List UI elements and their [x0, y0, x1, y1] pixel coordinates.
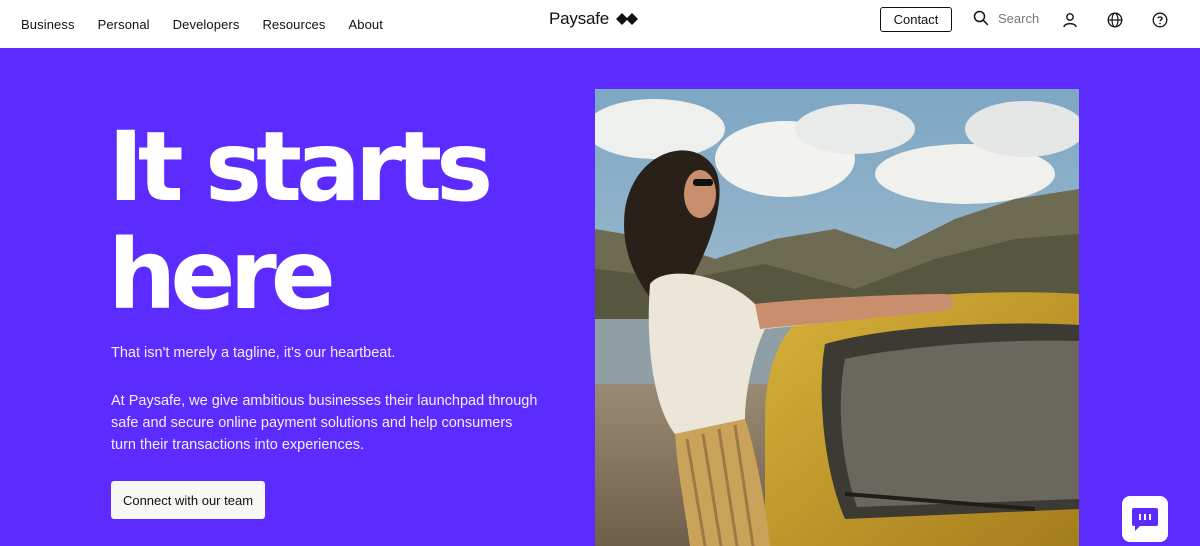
user-icon[interactable] — [1061, 11, 1079, 29]
nav-item-personal[interactable]: Personal — [98, 17, 150, 32]
hero-title-line-1: It starts — [108, 111, 493, 223]
main-nav: Business Personal Developers Resources A… — [21, 17, 406, 32]
hero-photo-illustration — [595, 89, 1079, 546]
help-icon[interactable] — [1151, 11, 1169, 29]
chat-icon — [1131, 506, 1159, 532]
search-icon — [973, 10, 989, 26]
site-header: Business Personal Developers Resources A… — [0, 0, 1200, 48]
chat-widget-button[interactable] — [1122, 496, 1168, 542]
nav-item-developers[interactable]: Developers — [173, 17, 240, 32]
hero-image — [595, 89, 1079, 546]
logo-mark-icon — [616, 12, 639, 26]
search-button[interactable]: Search — [973, 10, 1039, 26]
nav-item-about[interactable]: About — [348, 17, 382, 32]
hero-title-line-2: here — [108, 219, 336, 331]
nav-item-business[interactable]: Business — [21, 17, 75, 32]
logo-text: Paysafe — [549, 9, 610, 28]
globe-icon[interactable] — [1106, 11, 1124, 29]
nav-item-resources[interactable]: Resources — [262, 17, 325, 32]
hero-description: At Paysafe, we give ambitious businesses… — [111, 393, 538, 453]
hero-title: It starts here — [108, 113, 528, 329]
connect-with-team-button[interactable]: Connect with our team — [111, 481, 265, 519]
paysafe-logo[interactable]: Paysafe — [549, 9, 639, 29]
hero-tagline: That isn't merely a tagline, it's our he… — [111, 345, 396, 361]
contact-button[interactable]: Contact — [880, 7, 952, 32]
search-label: Search — [998, 10, 1040, 26]
